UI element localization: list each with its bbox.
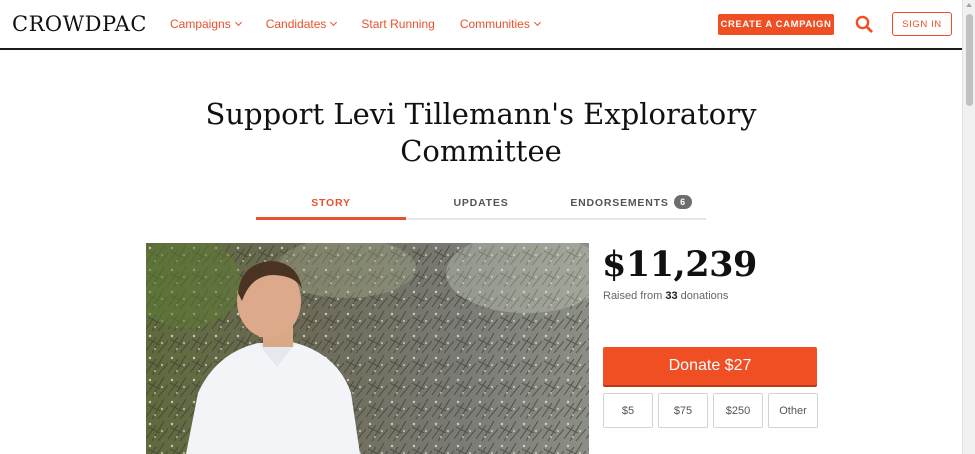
donation-count: 33 — [665, 290, 678, 302]
amount-option-5[interactable]: $5 — [603, 393, 653, 428]
amount-raised: $11,239 — [602, 244, 757, 285]
scroll-up-icon[interactable] — [966, 3, 972, 7]
tab-endorsements-label: ENDORSEMENTS — [570, 197, 669, 209]
crowdpac-logo[interactable]: CROWDPAC — [12, 12, 147, 36]
raised-prefix: Raised from — [603, 290, 663, 302]
scrollbar-thumb[interactable] — [966, 14, 973, 106]
tab-updates[interactable]: UPDATES — [406, 192, 556, 220]
nav-campaigns[interactable]: Campaigns — [170, 17, 242, 31]
nav-candidates[interactable]: Candidates — [265, 17, 338, 31]
candidate-photo-image — [146, 243, 589, 454]
campaign-tabs: STORY UPDATES ENDORSEMENTS 6 — [256, 192, 706, 220]
tab-endorsements[interactable]: ENDORSEMENTS 6 — [556, 192, 706, 220]
chevron-down-icon — [234, 18, 242, 27]
tab-story-label: STORY — [311, 197, 351, 209]
donate-button[interactable]: Donate $27 — [603, 347, 817, 385]
nav-candidates-label: Candidates — [265, 17, 327, 31]
tab-updates-label: UPDATES — [453, 197, 509, 209]
nav-communities-label: Communities — [459, 17, 530, 31]
nav-start-running[interactable]: Start Running — [361, 17, 434, 31]
nav-start-running-label: Start Running — [361, 17, 435, 31]
candidate-photo — [146, 243, 589, 454]
search-icon[interactable] — [855, 15, 873, 33]
amount-option-75[interactable]: $75 — [658, 393, 708, 428]
chevron-down-icon — [330, 18, 338, 27]
tab-story[interactable]: STORY — [256, 192, 406, 220]
create-campaign-button[interactable]: CREATE A CAMPAIGN — [718, 14, 834, 35]
nav-communities[interactable]: Communities — [459, 17, 541, 31]
nav-campaigns-label: Campaigns — [170, 17, 231, 31]
endorsements-count-badge: 6 — [673, 195, 692, 209]
raised-summary: Raised from 33 donations — [603, 290, 728, 302]
chevron-down-icon — [533, 18, 541, 27]
main-nav: Campaigns Candidates Start Running Commu… — [170, 17, 565, 31]
amount-option-250[interactable]: $250 — [713, 393, 763, 428]
page-title: Support Levi Tillemann's Exploratory Com… — [205, 97, 757, 168]
sign-in-button[interactable]: SIGN IN — [892, 12, 952, 36]
site-header: CROWDPAC Campaigns Candidates Start Runn… — [0, 0, 962, 50]
raised-suffix: donations — [680, 290, 729, 302]
amount-option-other[interactable]: Other — [768, 393, 818, 428]
donation-amount-options: $5 $75 $250 Other — [603, 393, 818, 428]
page-scrollbar[interactable] — [962, 0, 975, 454]
